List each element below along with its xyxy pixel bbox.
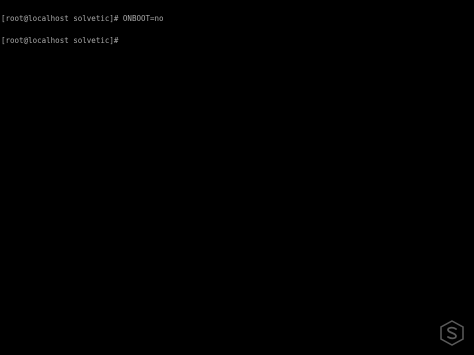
console-line: [root@localhost solvetic]#	[1, 36, 164, 45]
console-line: [root@localhost solvetic]# ONBOOT=no	[1, 14, 164, 24]
command-text: ONBOOT=no	[118, 14, 164, 24]
shell-prompt: [root@localhost solvetic]#	[1, 36, 119, 45]
console-output: [root@localhost solvetic]# ONBOOT=no [ro…	[1, 1, 164, 59]
terminal-screen[interactable]: [root@localhost solvetic]# ONBOOT=no [ro…	[0, 0, 474, 355]
solvetic-s-logo-icon	[440, 320, 464, 346]
shell-prompt: [root@localhost solvetic]#	[1, 14, 119, 24]
